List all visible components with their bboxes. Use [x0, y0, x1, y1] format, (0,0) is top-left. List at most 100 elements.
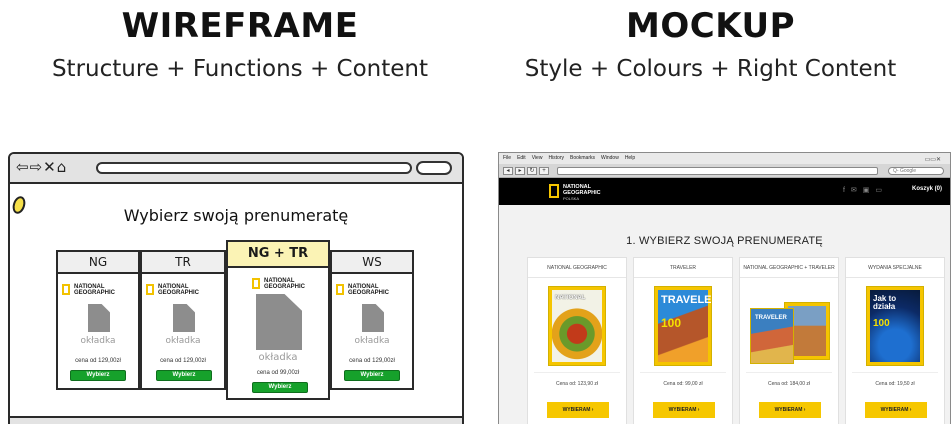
mockup-nav-buttons: ◂ ▸ ↻ + [503, 167, 551, 175]
cover-text: TRAVELER [661, 294, 712, 306]
mockup-browser-toolbar: ◂ ▸ ↻ + Q- Google [499, 164, 950, 178]
wireframe-search-field[interactable] [416, 161, 452, 175]
menu-file[interactable]: File [503, 155, 511, 161]
product-price: Cena od: 19,50 zł [875, 381, 915, 387]
wireframe-title: WIREFRAME [121, 6, 359, 46]
back-icon[interactable]: ◂ [503, 167, 513, 175]
brand-logo: NATIONAL GEOGRAPHIC [336, 284, 408, 296]
choose-button[interactable]: WYBIERAM › [759, 402, 821, 418]
wireframe-subtitle: Structure + Functions + Content [51, 56, 429, 82]
select-plan-button[interactable]: Wybierz [252, 382, 308, 393]
brand-logo: NATIONAL GEOGRAPHIC [62, 284, 134, 296]
magazine-cover-bundle-front[interactable]: TRAVELER [750, 308, 794, 364]
plan-price: cena od 99,00zł [256, 370, 300, 376]
magazine-cover-ng[interactable]: NATIONAL [548, 286, 606, 366]
cover-text: Jak to działa [873, 294, 897, 311]
add-tab-icon[interactable]: + [539, 167, 549, 175]
plan-price: cena od 129,00zł [160, 358, 206, 364]
brand-text: NATIONAL GEOGRAPHIC [158, 284, 200, 296]
select-plan-button[interactable]: Wybierz [344, 370, 400, 381]
select-plan-button[interactable]: Wybierz [70, 370, 126, 381]
plan-price: cena od 129,00zł [75, 358, 121, 364]
mockup-page-title: 1. WYBIERZ SWOJĄ PRENUMERATĘ [626, 235, 823, 247]
menu-help[interactable]: Help [625, 155, 635, 161]
plan-header: TR [142, 252, 224, 274]
brand-text: NATIONAL GEOGRAPHIC [348, 284, 390, 296]
yellow-frame-icon [62, 284, 70, 295]
choose-button[interactable]: WYBIERAM › [653, 402, 715, 418]
yellow-frame-icon [336, 284, 344, 295]
social-icons[interactable]: f✉▣▭ [843, 186, 888, 194]
card-divider [852, 372, 938, 373]
document-icon [88, 304, 110, 332]
cover-placeholder-label: okładka [258, 352, 298, 363]
choose-button[interactable]: WYBIERAM › [865, 402, 927, 418]
plan-header: NG [58, 252, 138, 274]
mockup-title: MOCKUP [626, 6, 795, 46]
product-price: Cena od: 123,90 zł [556, 381, 598, 387]
product-card-special: WYDANIA SPECJALNE Jak to działa 100 Cena… [845, 257, 945, 424]
logo-line-3: POLSKA [563, 196, 580, 201]
product-card-ng: NATIONAL GEOGRAPHIC NATIONAL Cena od: 12… [527, 257, 627, 424]
card-divider [534, 372, 620, 373]
wireframe-plan-tr: TR NATIONAL GEOGRAPHIC okładka cena od 1… [140, 250, 226, 390]
document-icon [256, 294, 302, 350]
wireframe-plan-ng-tr: NG + TR NATIONAL GEOGRAPHIC okładka cena… [226, 240, 330, 400]
yellow-frame-icon [252, 278, 260, 289]
cover-subtext: 100 [661, 316, 682, 330]
cover-text: TRAVELER [755, 315, 787, 321]
magazine-cover-special[interactable]: Jak to działa 100 [866, 286, 924, 366]
plan-header: NG + TR [228, 242, 328, 268]
ng-logo-frame-icon[interactable] [549, 184, 559, 198]
product-category: NATIONAL GEOGRAPHIC + TRAVELER [740, 258, 838, 278]
card-divider [640, 372, 726, 373]
product-category: TRAVELER [634, 258, 732, 278]
choose-button[interactable]: WYBIERAM › [547, 402, 609, 418]
cover-placeholder-label: okładka [354, 336, 390, 346]
cover-placeholder-label: okładka [165, 336, 201, 346]
cart-link[interactable]: Koszyk (0) [912, 186, 942, 192]
menu-bookmarks[interactable]: Bookmarks [570, 155, 595, 161]
wireframe-footer-bar [10, 416, 462, 424]
select-plan-button[interactable]: Wybierz [156, 370, 212, 381]
ng-logo-text[interactable]: NATIONAL GEOGRAPHIC POLSKA [563, 184, 601, 202]
card-divider [746, 372, 832, 373]
product-category: WYDANIA SPECJALNE [846, 258, 944, 278]
wireframe-plan-ws: WS NATIONAL GEOGRAPHIC okładka cena od 1… [330, 250, 414, 390]
wireframe-url-bar[interactable] [96, 162, 412, 174]
browser-nav-icons[interactable]: ⇦⇨✕⌂ [16, 158, 67, 176]
product-price: Cena od: 99,00 zł [663, 381, 703, 387]
mockup-browser: File Edit View History Bookmarks Window Help ▭… [498, 152, 951, 424]
menu-view[interactable]: View [532, 155, 543, 161]
plan-header: WS [332, 252, 412, 274]
brand-text: NATIONAL GEOGRAPHIC [264, 278, 306, 290]
mockup-url-bar[interactable] [557, 167, 878, 175]
site-header: NATIONAL GEOGRAPHIC POLSKA f✉▣▭ Koszyk (… [499, 178, 950, 205]
menu-window[interactable]: Window [601, 155, 619, 161]
wireframe-browser-toolbar: ⇦⇨✕⌂ [10, 154, 462, 184]
mockup-search-field[interactable]: Q- Google [888, 167, 944, 175]
mockup-heading: MOCKUP Style + Colours + Right Content [470, 6, 951, 82]
menu-history[interactable]: History [548, 155, 564, 161]
wireframe-heading: WIREFRAME Structure + Functions + Conten… [0, 6, 480, 82]
product-price: Cena od: 184,00 zł [768, 381, 810, 387]
wireframe-plan-ng: NG NATIONAL GEOGRAPHIC okładka cena od 1… [56, 250, 140, 390]
cover-subtext: 100 [873, 318, 890, 329]
mockup-menu-bar: File Edit View History Bookmarks Window Help ▭… [499, 153, 950, 164]
brand-text: NATIONAL GEOGRAPHIC [74, 284, 116, 296]
product-card-traveler: TRAVELER TRAVELER 100 Cena od: 99,00 zł … [633, 257, 733, 424]
magazine-cover-traveler[interactable]: TRAVELER 100 [654, 286, 712, 366]
menu-edit[interactable]: Edit [517, 155, 526, 161]
yellow-frame-icon [146, 284, 154, 295]
brand-logo: NATIONAL GEOGRAPHIC [252, 278, 324, 290]
document-icon [362, 304, 384, 332]
forward-icon[interactable]: ▸ [515, 167, 525, 175]
reload-icon[interactable]: ↻ [527, 167, 537, 175]
document-icon [173, 304, 195, 332]
product-category: NATIONAL GEOGRAPHIC [528, 258, 626, 278]
wireframe-browser: ⇦⇨✕⌂ Wybierz swoją prenumeratę NG NATION… [8, 152, 464, 424]
plan-price: cena od 129,00zł [349, 358, 395, 364]
cover-text: NATIONAL [555, 295, 586, 301]
cover-placeholder-label: okładka [80, 336, 116, 346]
product-card-bundle: NATIONAL GEOGRAPHIC + TRAVELER TRAVELER … [739, 257, 839, 424]
